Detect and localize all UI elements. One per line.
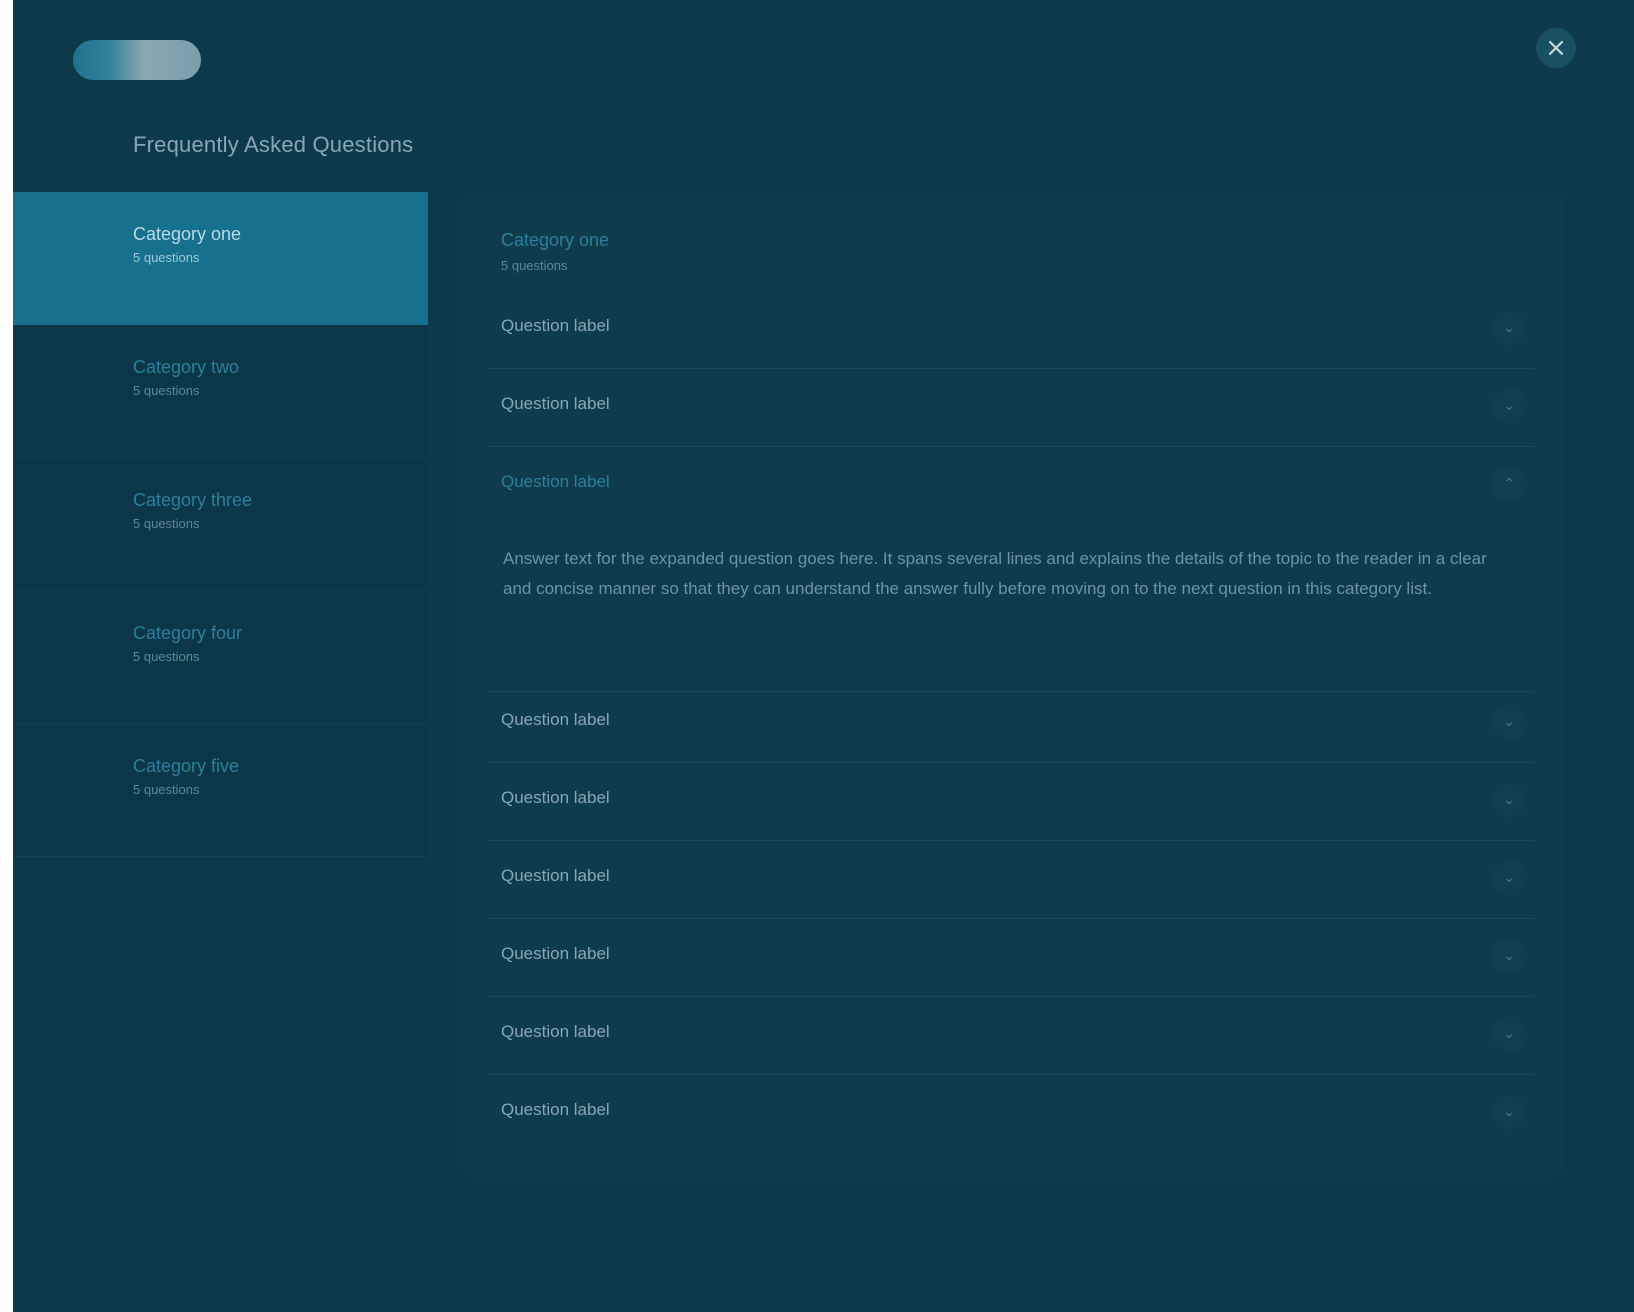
chevron-down-icon[interactable]: ⌄ (1491, 704, 1527, 740)
answer-text: Answer text for the expanded question go… (503, 549, 1487, 598)
chevron-down-icon[interactable]: ⌄ (1491, 938, 1527, 974)
question-row-expanded[interactable]: Question label ⌃ (485, 446, 1535, 524)
sidebar-item-count: 5 questions (133, 383, 200, 398)
sidebar-item-count: 5 questions (133, 782, 200, 797)
question-label: Question label (501, 472, 610, 491)
question-label: Question label (501, 1100, 610, 1119)
section-title: Category one (501, 230, 610, 250)
faq-content-panel: Category one 5 questions Question label … (463, 192, 1563, 1177)
sidebar-item-category-1[interactable]: Category one 5 questions (13, 192, 428, 325)
sidebar-item-category-2[interactable]: Category two 5 questions (13, 325, 428, 458)
chevron-down-icon[interactable]: ⌄ (1491, 1016, 1527, 1052)
page-title: Frequently Asked Questions (133, 132, 414, 157)
chevron-down-icon[interactable]: ⌄ (1491, 860, 1527, 896)
faq-dialog: × Frequently Asked Questions Category on… (13, 0, 1634, 1312)
sidebar-item-label: Category three (133, 490, 253, 510)
answer-panel: Answer text for the expanded question go… (485, 526, 1535, 692)
question-label: Question label (501, 1022, 610, 1041)
sidebar-item-label: Category one (133, 224, 242, 244)
sidebar-item-label: Category five (133, 756, 240, 776)
chevron-down-icon[interactable]: ⌄ (1491, 388, 1527, 424)
chevron-down-icon[interactable]: ⌄ (1491, 310, 1527, 346)
question-label: Question label (501, 394, 610, 413)
question-row[interactable]: Question label ⌄ (485, 684, 1535, 763)
question-row[interactable]: Question label ⌄ (485, 762, 1535, 841)
question-label: Question label (501, 944, 610, 963)
question-label: Question label (501, 316, 610, 335)
category-sidebar: Category one 5 questions Category two 5 … (13, 192, 428, 857)
question-label: Question label (501, 710, 610, 729)
sidebar-item-category-3[interactable]: Category three 5 questions (13, 458, 428, 591)
question-label: Question label (501, 866, 610, 885)
sidebar-item-category-4[interactable]: Category four 5 questions (13, 591, 428, 724)
sidebar-item-count: 5 questions (133, 649, 200, 664)
chevron-down-icon[interactable]: ⌄ (1491, 782, 1527, 818)
question-row[interactable]: Question label ⌄ (485, 368, 1535, 447)
brand-logo (73, 40, 201, 80)
sidebar-item-count: 5 questions (133, 516, 200, 531)
sidebar-item-label: Category two (133, 357, 240, 377)
question-row[interactable]: Question label ⌄ (485, 918, 1535, 997)
question-label: Question label (501, 788, 610, 807)
close-button[interactable]: × (1536, 28, 1576, 68)
sidebar-item-label: Category four (133, 623, 243, 643)
section-subtitle: 5 questions (501, 258, 568, 273)
question-row[interactable]: Question label ⌄ (485, 840, 1535, 919)
sidebar-item-count: 5 questions (133, 250, 200, 265)
question-row[interactable]: Question label ⌄ (485, 996, 1535, 1075)
question-row[interactable]: Question label ⌄ (485, 1074, 1535, 1152)
question-row[interactable]: Question label ⌄ (485, 290, 1535, 369)
sidebar-item-category-5[interactable]: Category five 5 questions (13, 724, 428, 857)
chevron-up-icon[interactable]: ⌃ (1491, 466, 1527, 502)
chevron-down-icon[interactable]: ⌄ (1491, 1094, 1527, 1130)
